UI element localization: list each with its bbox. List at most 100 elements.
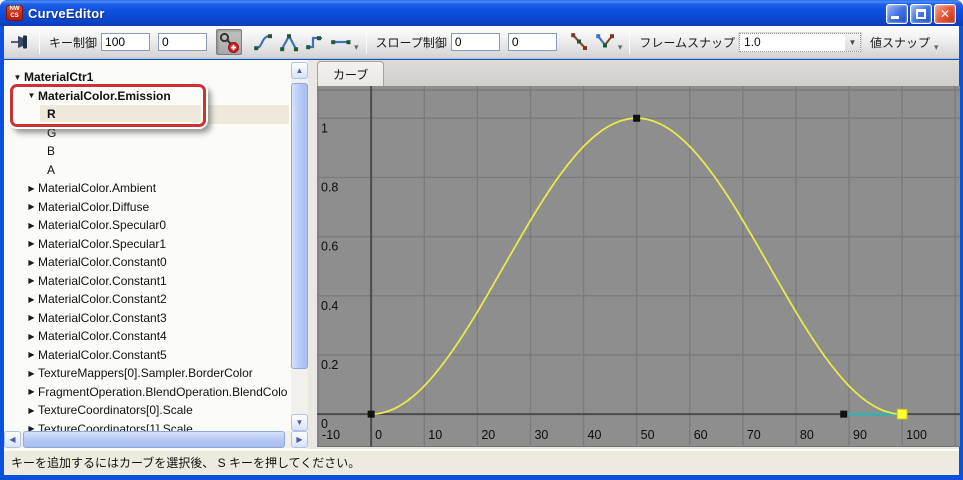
tree-item-g[interactable]: G xyxy=(4,124,289,143)
tree-expand-icon[interactable]: ▶ xyxy=(26,350,37,359)
tree-item-materialcolor-emission[interactable]: ▼MaterialColor.Emission xyxy=(4,87,289,106)
scroll-up-button[interactable]: ▲ xyxy=(291,62,308,79)
tree-item-texturecoordinators-0-scale[interactable]: ▶TextureCoordinators[0].Scale xyxy=(4,401,289,420)
combo-arrow-icon[interactable]: ▼ xyxy=(845,34,860,51)
overflow-chevron-icon[interactable]: ▾ xyxy=(354,34,359,60)
tree-expand-icon[interactable]: ▶ xyxy=(26,295,37,304)
tree-expand-icon[interactable]: ▶ xyxy=(26,313,37,322)
tree-expand-icon[interactable]: ▶ xyxy=(26,424,37,431)
overflow-chevron-icon[interactable]: ▾ xyxy=(934,34,939,60)
titlebar[interactable]: NW CS CurveEditor ✕ xyxy=(0,0,963,26)
x-tick-label-10: 10 xyxy=(428,428,442,442)
app-icon-line2: CS xyxy=(7,13,22,20)
horizontal-scroll-thumb[interactable] xyxy=(23,431,285,448)
slope-line-button[interactable] xyxy=(566,29,592,55)
slope-v-icon xyxy=(593,31,617,53)
scroll-down-button[interactable]: ▼ xyxy=(291,414,308,431)
curve-plot-area[interactable]: -10010203040506070809010000.20.40.60.81 xyxy=(317,86,960,447)
key-frame-input[interactable] xyxy=(101,33,150,51)
tree-expand-icon[interactable]: ▶ xyxy=(26,369,37,378)
tree-expand-icon[interactable]: ▶ xyxy=(26,202,37,211)
tree-expand-icon[interactable]: ▶ xyxy=(26,276,37,285)
tree-expand-icon[interactable]: ▶ xyxy=(26,184,37,193)
slope-line-icon xyxy=(568,31,590,53)
tree-expand-icon[interactable]: ▶ xyxy=(26,239,37,248)
tree-item-materialcolor-ambient[interactable]: ▶MaterialColor.Ambient xyxy=(4,179,289,198)
tree-item-label: MaterialColor.Constant1 xyxy=(37,274,167,288)
tree-item-texturecoordinators-1-scale[interactable]: ▶TextureCoordinators[1].Scale xyxy=(4,420,289,432)
y-tick-label-0: 0 xyxy=(321,417,328,431)
toolbar-separator xyxy=(366,30,367,54)
tree-item-label: B xyxy=(46,144,55,158)
tree-item-label: MaterialColor.Constant2 xyxy=(37,292,167,306)
interp-step-button[interactable] xyxy=(302,29,328,55)
frame-snap-value: 1.0 xyxy=(744,35,761,49)
tree-item-b[interactable]: B xyxy=(4,142,289,161)
minimize-button[interactable] xyxy=(886,4,908,24)
status-message: キーを追加するにはカーブを選択後、 S キーを押してください。 xyxy=(11,454,360,471)
tree-item-materialcolor-constant0[interactable]: ▶MaterialColor.Constant0 xyxy=(4,253,289,272)
tree-expand-icon[interactable]: ▶ xyxy=(26,332,37,341)
close-icon: ✕ xyxy=(935,7,955,21)
interp-flat-button[interactable] xyxy=(328,29,354,55)
tab-curve[interactable]: カーブ xyxy=(317,61,384,86)
tree-item-materialcolor-diffuse[interactable]: ▶MaterialColor.Diffuse xyxy=(4,198,289,217)
y-tick-label-0.8: 0.8 xyxy=(321,180,338,194)
slope-in-input[interactable] xyxy=(451,33,500,51)
tree-item-label: MaterialColor.Constant3 xyxy=(37,311,167,325)
tree-expand-icon[interactable]: ▶ xyxy=(26,406,37,415)
curve-key-0[interactable] xyxy=(368,411,375,418)
tree-item-label: MaterialColor.Specular0 xyxy=(37,218,166,232)
slope-v-button[interactable] xyxy=(592,29,618,55)
scroll-right-button[interactable]: ▶ xyxy=(291,431,308,448)
add-key-button[interactable] xyxy=(216,29,242,55)
pin-button[interactable] xyxy=(8,29,34,55)
status-bar: キーを追加するにはカーブを選択後、 S キーを押してください。 xyxy=(4,449,959,475)
tree-item-materialcolor-specular1[interactable]: ▶MaterialColor.Specular1 xyxy=(4,235,289,254)
curve-key-2[interactable] xyxy=(840,411,847,418)
slope-out-input[interactable] xyxy=(508,33,557,51)
tree-horizontal-scrollbar[interactable]: ◀ ▶ xyxy=(4,431,308,448)
curve-chart[interactable]: -10010203040506070809010000.20.40.60.81 xyxy=(317,86,960,447)
key-value-input[interactable] xyxy=(158,33,207,51)
tree-item-r[interactable]: R xyxy=(4,105,289,124)
close-button[interactable]: ✕ xyxy=(934,4,956,24)
x-tick-label-20: 20 xyxy=(481,428,495,442)
tree-item-materialctr1[interactable]: ▼MaterialCtr1 xyxy=(4,68,289,87)
x-tick-label-40: 40 xyxy=(588,428,602,442)
tree-item-materialcolor-constant3[interactable]: ▶MaterialColor.Constant3 xyxy=(4,309,289,328)
selected-curve-key-3[interactable] xyxy=(897,409,907,419)
tree-item-materialcolor-constant4[interactable]: ▶MaterialColor.Constant4 xyxy=(4,327,289,346)
tree-item-fragmentoperation-blendoperation-blendcolo[interactable]: ▶FragmentOperation.BlendOperation.BlendC… xyxy=(4,383,289,402)
overflow-chevron-icon[interactable]: ▾ xyxy=(618,34,623,60)
maximize-button[interactable] xyxy=(910,4,932,24)
curve-key-1[interactable] xyxy=(633,115,640,122)
tree-expand-icon[interactable]: ▶ xyxy=(26,221,37,230)
app-icon: NW CS xyxy=(6,5,23,21)
y-tick-label-0.6: 0.6 xyxy=(321,240,338,254)
frame-snap-combobox[interactable]: 1.0 ▼ xyxy=(739,33,861,52)
tree-vertical-scrollbar[interactable]: ▲ ▼ xyxy=(291,62,308,431)
tree-item-materialcolor-constant2[interactable]: ▶MaterialColor.Constant2 xyxy=(4,290,289,309)
tree-item-materialcolor-constant1[interactable]: ▶MaterialColor.Constant1 xyxy=(4,272,289,291)
vertical-scroll-thumb[interactable] xyxy=(291,83,308,369)
tree-item-materialcolor-constant5[interactable]: ▶MaterialColor.Constant5 xyxy=(4,346,289,365)
y-tick-label-0.4: 0.4 xyxy=(321,299,338,313)
curve-editor-panel: カーブ -10010203040506070809010000.20.40.60… xyxy=(312,60,959,449)
tree-item-a[interactable]: A xyxy=(4,161,289,180)
tree-item-texturemappers-0-sampler-bordercolor[interactable]: ▶TextureMappers[0].Sampler.BorderColor xyxy=(4,364,289,383)
interp-step-icon xyxy=(304,32,326,52)
x-tick-label-90: 90 xyxy=(853,428,867,442)
tree-collapse-icon[interactable]: ▼ xyxy=(12,73,23,82)
scroll-left-button[interactable]: ◀ xyxy=(4,431,21,448)
interp-smooth-button[interactable] xyxy=(250,29,276,55)
interp-linear-button[interactable] xyxy=(276,29,302,55)
tree-item-label: MaterialColor.Diffuse xyxy=(37,200,149,214)
pin-icon xyxy=(10,32,32,52)
x-tick-label-100: 100 xyxy=(906,428,927,442)
tree-collapse-icon[interactable]: ▼ xyxy=(26,91,37,100)
tree-expand-icon[interactable]: ▶ xyxy=(26,258,37,267)
tree-item-materialcolor-specular0[interactable]: ▶MaterialColor.Specular0 xyxy=(4,216,289,235)
main-area: ▼MaterialCtr1▼MaterialColor.EmissionRGBA… xyxy=(4,60,959,449)
tree-expand-icon[interactable]: ▶ xyxy=(26,387,37,396)
